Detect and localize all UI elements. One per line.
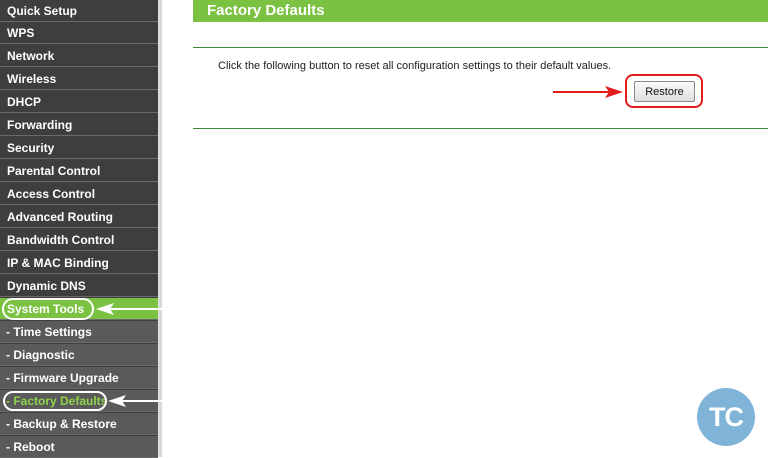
restore-button[interactable]: Restore xyxy=(634,81,695,102)
sidebar-item-ip-mac-binding[interactable]: IP & MAC Binding xyxy=(0,252,158,274)
annotation-arrow-icon xyxy=(108,395,164,407)
sidebar-subitem-reboot[interactable]: - Reboot xyxy=(0,436,158,458)
sidebar-item-forwarding[interactable]: Forwarding xyxy=(0,114,158,136)
sidebar-divider xyxy=(158,0,163,457)
sidebar-item-network[interactable]: Network xyxy=(0,45,158,67)
sidebar-item-bandwidth-control[interactable]: Bandwidth Control xyxy=(0,229,158,251)
sidebar-item-advanced-routing[interactable]: Advanced Routing xyxy=(0,206,158,228)
sidebar-item-wps[interactable]: WPS xyxy=(0,22,158,44)
sidebar-item-dynamic-dns[interactable]: Dynamic DNS xyxy=(0,275,158,297)
annotation-arrow-icon xyxy=(96,303,164,315)
section-divider-bottom xyxy=(193,128,768,129)
sidebar-item-access-control[interactable]: Access Control xyxy=(0,183,158,205)
sidebar-subitem-backup-restore[interactable]: - Backup & Restore xyxy=(0,413,158,435)
page-title: Factory Defaults xyxy=(207,2,325,19)
sidebar-subitem-firmware-upgrade[interactable]: - Firmware Upgrade xyxy=(0,367,158,389)
sidebar-item-quick-setup[interactable]: Quick Setup xyxy=(0,0,158,22)
annotation-arrow-icon xyxy=(553,86,623,98)
sidebar-item-parental-control[interactable]: Parental Control xyxy=(0,160,158,182)
reset-description: Click the following button to reset all … xyxy=(218,60,612,72)
sidebar-subitem-diagnostic[interactable]: - Diagnostic xyxy=(0,344,158,366)
sidebar-item-dhcp[interactable]: DHCP xyxy=(0,91,158,113)
tc-logo: TC xyxy=(697,388,755,446)
sidebar-item-wireless[interactable]: Wireless xyxy=(0,68,158,90)
sidebar-nav: Quick Setup WPS Network Wireless DHCP Fo… xyxy=(0,0,158,458)
sidebar-item-security[interactable]: Security xyxy=(0,137,158,159)
sidebar-subitem-time-settings[interactable]: - Time Settings xyxy=(0,321,158,343)
section-divider-top xyxy=(193,47,768,48)
